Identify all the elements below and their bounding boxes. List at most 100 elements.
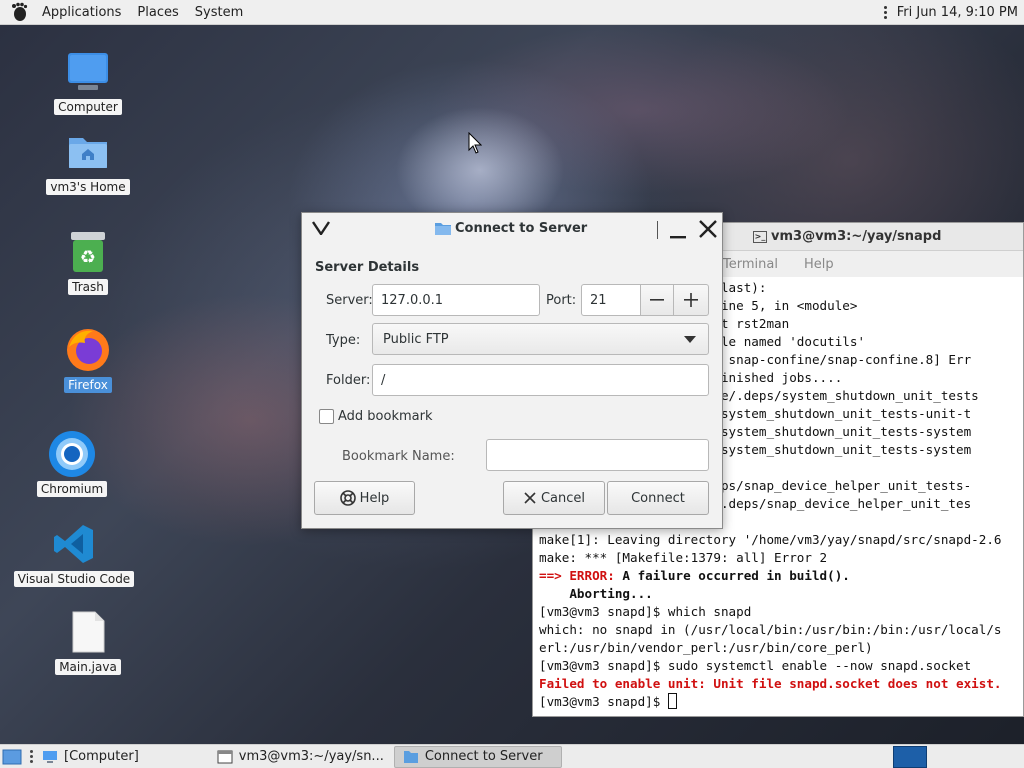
terminal-line-text: A failure occurred in build(). — [614, 568, 850, 583]
terminal-cursor — [667, 693, 677, 709]
taskbar-item-terminal[interactable]: vm3@vm3:~/yay/sn... — [209, 746, 392, 768]
terminal-line: erl:/usr/bin/vendor_perl:/usr/bin/core_p… — [539, 639, 1017, 657]
desktop-icon-main-java[interactable]: Main.java — [38, 608, 138, 675]
connect-to-server-dialog[interactable]: Connect to Server Server Details Server:… — [301, 212, 723, 529]
add-bookmark-label[interactable]: Add bookmark — [338, 409, 433, 424]
terminal-line: which: no snapd in (/usr/local/bin:/usr/… — [539, 621, 1017, 639]
show-desktop-icon — [2, 749, 22, 764]
type-select[interactable]: Public FTP — [372, 323, 709, 355]
terminal-error-prefix: ==> ERROR: — [539, 568, 615, 583]
terminal-line: [vm3@vm3 snapd]$ — [539, 693, 1017, 711]
terminal-menu-terminal[interactable]: Terminal — [723, 257, 778, 272]
terminal-line: Aborting... — [539, 585, 1017, 603]
desktop-icon-firefox[interactable]: Firefox — [38, 326, 138, 393]
dropdown-arrow-icon — [684, 336, 696, 343]
taskbar-item-label: vm3@vm3:~/yay/sn... — [238, 749, 384, 764]
terminal-menu-help[interactable]: Help — [804, 257, 834, 272]
dialog-title: Connect to Server — [455, 221, 588, 236]
menu-system[interactable]: System — [187, 5, 251, 20]
port-label: Port: — [546, 293, 577, 308]
terminal-line: [vm3@vm3 snapd]$ which snapd — [539, 603, 1017, 621]
taskbar-item-computer[interactable]: [Computer] — [34, 746, 147, 768]
terminal-line: Failed to enable unit: Unit file snapd.s… — [539, 675, 1017, 693]
minimize-icon[interactable] — [668, 221, 688, 241]
terminal-line-text: [vm3@vm3 snapd]$ — [539, 694, 668, 709]
desktop-icon-computer[interactable]: Computer — [38, 48, 138, 115]
desktop-icon-label: Main.java — [55, 659, 121, 675]
workspace-switcher[interactable] — [893, 746, 927, 768]
bookmark-name-label: Bookmark Name: — [342, 449, 455, 464]
cancel-x-icon — [524, 492, 536, 504]
bookmark-name-input[interactable] — [486, 439, 709, 471]
menu-applications[interactable]: Applications — [34, 5, 129, 20]
help-button[interactable]: Help — [314, 481, 415, 515]
folder-input[interactable]: / — [372, 364, 709, 396]
window-menu-chevron-icon[interactable] — [312, 219, 330, 240]
home-folder-icon — [64, 128, 112, 176]
terminal-title: vm3@vm3:~/yay/snapd — [771, 229, 942, 244]
show-desktop-button[interactable] — [0, 746, 30, 768]
terminal-line: [vm3@vm3 snapd]$ sudo systemctl enable -… — [539, 657, 1017, 675]
overflow-dots-icon[interactable] — [881, 5, 891, 19]
desktop-icon-label: Trash — [68, 279, 108, 295]
desktop-icon-label: Firefox — [64, 377, 112, 393]
folder-label: Folder: — [326, 373, 371, 388]
desktop-icon-label: Chromium — [36, 481, 108, 497]
clock[interactable]: Fri Jun 14, 9:10 PM — [897, 5, 1024, 20]
cancel-button-label: Cancel — [540, 490, 586, 506]
desktop-icon-vscode[interactable]: Visual Studio Code — [13, 520, 135, 587]
terminal-line-text: make: *** [Makefile:1379: all] Error 2 — [539, 550, 828, 565]
plus-icon — [684, 293, 698, 307]
computer-icon — [64, 48, 112, 96]
computer-icon — [43, 750, 57, 763]
bottom-taskbar: [Computer] vm3@vm3:~/yay/sn... Connect t… — [0, 744, 1024, 768]
minus-icon — [650, 299, 664, 301]
desktop-icon-chromium[interactable]: Chromium — [22, 430, 122, 497]
menu-places[interactable]: Places — [129, 5, 186, 20]
top-panel: Applications Places System Fri Jun 14, 9… — [0, 0, 1024, 25]
add-bookmark-checkbox[interactable] — [319, 409, 334, 424]
help-lifebuoy-icon — [339, 490, 356, 506]
desktop-icon-label: vm3's Home — [46, 179, 130, 195]
terminal-line-text: Failed to enable unit: Unit file snapd.s… — [539, 676, 1002, 691]
taskbar-item-label: [Computer] — [64, 749, 139, 764]
connect-button[interactable]: Connect — [607, 481, 709, 515]
terminal-line: ==> ERROR: A failure occurred in build()… — [539, 567, 1017, 585]
file-icon — [64, 608, 112, 656]
titlebar-separator — [657, 221, 658, 239]
terminal-line-text: [vm3@vm3 snapd]$ sudo systemctl enable -… — [539, 658, 972, 673]
type-select-value: Public FTP — [383, 331, 449, 347]
terminal-line: make[1]: Leaving directory '/home/vm3/ya… — [539, 531, 1017, 549]
desktop-icon-label: Visual Studio Code — [13, 571, 135, 587]
taskbar-item-label: Connect to Server — [424, 749, 543, 764]
folder-icon — [435, 222, 451, 235]
port-decrement-button[interactable] — [640, 284, 674, 316]
port-increment-button[interactable] — [673, 284, 709, 316]
terminal-line-text: make[1]: Leaving directory '/home/vm3/ya… — [539, 532, 1002, 547]
terminal-line-text: Aborting... — [539, 586, 653, 601]
dialog-title-wrap: Connect to Server — [434, 221, 587, 236]
vscode-icon — [50, 520, 98, 568]
firefox-icon — [64, 326, 112, 374]
mouse-pointer-icon — [468, 132, 482, 154]
terminal-line-text: [vm3@vm3 snapd]$ which snapd — [539, 604, 752, 619]
folder-icon — [403, 750, 418, 763]
cancel-button[interactable]: Cancel — [503, 481, 605, 515]
chromium-icon — [48, 430, 96, 478]
server-input[interactable]: 127.0.0.1 — [372, 284, 540, 316]
port-input[interactable]: 21 — [581, 284, 641, 316]
terminal-line-text: erl:/usr/bin/vendor_perl:/usr/bin/core_p… — [539, 640, 873, 655]
desktop-icon-trash[interactable]: ♻ Trash — [38, 228, 138, 295]
desktop-icon-home[interactable]: vm3's Home — [38, 128, 138, 195]
gnome-foot-icon[interactable] — [8, 1, 30, 23]
connect-button-label: Connect — [631, 490, 685, 506]
taskbar-item-connect-to-server[interactable]: Connect to Server — [393, 745, 562, 768]
svg-text:♻: ♻ — [80, 247, 96, 268]
server-label: Server: — [326, 293, 373, 308]
terminal-line: make: *** [Makefile:1379: all] Error 2 — [539, 549, 1017, 567]
trash-icon: ♻ — [64, 228, 112, 276]
type-label: Type: — [326, 333, 361, 348]
close-icon[interactable] — [697, 218, 719, 240]
section-title: Server Details — [315, 260, 420, 275]
dialog-titlebar[interactable]: Connect to Server — [302, 213, 722, 247]
